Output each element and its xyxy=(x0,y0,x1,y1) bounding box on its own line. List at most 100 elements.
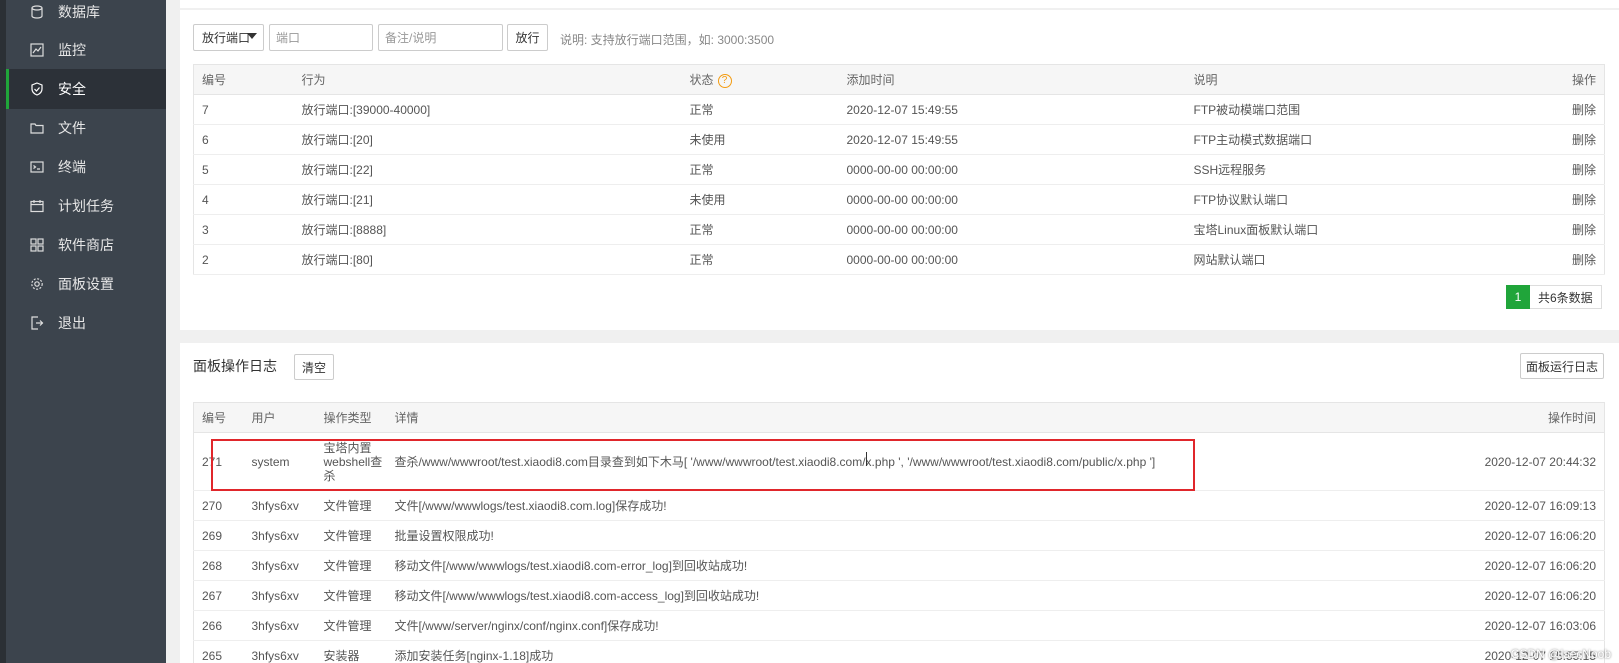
cell-time: 2020-12-07 15:49:55 xyxy=(838,124,1186,155)
sidebar-item-settings[interactable]: 面板设置 xyxy=(6,264,166,304)
cell-time: 2020-12-07 20:44:32 xyxy=(1444,432,1605,491)
cell-note: FTP主动模式数据端口 xyxy=(1185,124,1486,155)
sidebar-item-label: 终端 xyxy=(58,159,86,175)
cell-detail: 查杀/www/wwwroot/test.xiaodi8.com目录查到如下木马[… xyxy=(386,432,1445,491)
col-user: 用户 xyxy=(243,402,316,433)
sidebar-item-cron[interactable]: 计划任务 xyxy=(6,186,166,226)
cell-user: 3hfys6xv xyxy=(243,490,316,521)
col-action: 行为 xyxy=(293,64,682,95)
allow-port-button[interactable]: 放行 xyxy=(507,24,548,51)
table-row: 269 3hfys6xv 文件管理 批量设置权限成功! 2020-12-07 16:06… xyxy=(193,520,1605,551)
col-note: 说明 xyxy=(1185,64,1486,95)
cell-id: 266 xyxy=(193,610,244,641)
sidebar-item-label: 数据库 xyxy=(58,4,100,20)
cell-time: 0000-00-00 00:00:00 xyxy=(838,244,1186,275)
delete-link[interactable]: 删除 xyxy=(1485,154,1605,185)
table-row: 268 3hfys6xv 文件管理 移动文件[/www/wwwlogs/test.xi… xyxy=(193,550,1605,581)
cell-detail: 文件[/www/server/nginx/conf/nginx.conf]保存成… xyxy=(386,610,1445,641)
sidebar-item-monitor[interactable]: 监控 xyxy=(6,30,166,70)
cell-user: 3hfys6xv xyxy=(243,580,316,611)
cell-action: 放行端口:[8888] xyxy=(293,214,682,245)
cell-action: 放行端口:[80] xyxy=(293,244,682,275)
cell-id: 7 xyxy=(193,94,294,125)
table-header-row: 编号 用户 操作类型 详情 操作时间 xyxy=(193,402,1605,433)
run-log-button[interactable]: 面板运行日志 xyxy=(1520,353,1604,379)
cell-type: 文件管理 xyxy=(315,520,387,551)
delete-link[interactable]: 删除 xyxy=(1485,214,1605,245)
logout-icon xyxy=(30,316,44,330)
cell-detail: 移动文件[/www/wwwlogs/test.xiaodi8.com-acces… xyxy=(386,580,1445,611)
col-time: 添加时间 xyxy=(838,64,1186,95)
cell-note: 宝塔Linux面板默认端口 xyxy=(1185,214,1486,245)
watermark: CSDN @IsecNoob xyxy=(1510,647,1611,661)
table-row: 2 放行端口:[80] 正常 0000-00-00 00:00:00 网站默认端口 删除 xyxy=(193,244,1605,275)
clear-log-button[interactable]: 清空 xyxy=(294,354,334,380)
sidebar-item-database[interactable]: 数据库 xyxy=(6,0,166,32)
sidebar-item-label: 退出 xyxy=(58,315,86,331)
grid-icon xyxy=(30,238,44,252)
cell-id: 6 xyxy=(193,124,294,155)
cell-note: FTP协议默认端口 xyxy=(1185,184,1486,215)
shield-icon xyxy=(30,82,44,96)
sidebar-item-security[interactable]: 安全 xyxy=(6,69,166,109)
cell-type: 文件管理 xyxy=(315,490,387,521)
cell-detail: 批量设置权限成功! xyxy=(386,520,1445,551)
col-id: 编号 xyxy=(193,64,294,95)
col-status-label: 状态 xyxy=(689,73,714,87)
sidebar-item-logout[interactable]: 退出 xyxy=(6,303,166,343)
table-row: 267 3hfys6xv 文件管理 移动文件[/www/wwwlogs/test.xi… xyxy=(193,580,1605,611)
log-title: 面板操作日志 xyxy=(193,358,277,374)
cell-id: 269 xyxy=(193,520,244,551)
cell-type: 文件管理 xyxy=(315,610,387,641)
sidebar-item-files[interactable]: 文件 xyxy=(6,108,166,148)
cell-status: 未使用 xyxy=(681,124,839,155)
sidebar-item-label: 监控 xyxy=(58,42,86,58)
sidebar-item-label: 安全 xyxy=(58,81,86,97)
table-header-row: 编号 行为 状态? 添加时间 说明 操作 xyxy=(193,64,1605,95)
cell-id: 268 xyxy=(193,550,244,581)
text-cursor xyxy=(866,452,867,466)
table-row: 265 3hfys6xv 安装器 添加安装任务[nginx-1.18]成功 2020-1… xyxy=(193,640,1605,663)
sidebar-item-label: 文件 xyxy=(58,120,86,136)
sidebar-item-terminal[interactable]: 终端 xyxy=(6,147,166,187)
cell-action: 放行端口:[21] xyxy=(293,184,682,215)
table-row: 6 放行端口:[20] 未使用 2020-12-07 15:49:55 FTP主动模式数… xyxy=(193,124,1605,155)
delete-link[interactable]: 删除 xyxy=(1485,244,1605,275)
cell-id: 4 xyxy=(193,184,294,215)
panel-divider xyxy=(180,8,1619,10)
cell-time: 2020-12-07 16:09:13 xyxy=(1444,490,1605,521)
cell-id: 3 xyxy=(193,214,294,245)
protocol-select[interactable]: 放行端口 xyxy=(193,24,264,51)
cell-type: 文件管理 xyxy=(315,580,387,611)
port-range-hint: 说明: 支持放行端口范围，如: 3000:3500 xyxy=(560,33,775,47)
port-input[interactable]: 端口 xyxy=(269,24,373,51)
folder-icon xyxy=(30,121,44,135)
cell-type: 宝塔内置webshell查杀 xyxy=(315,432,387,491)
cell-note: SSH远程服务 xyxy=(1185,154,1486,185)
sidebar-item-store[interactable]: 软件商店 xyxy=(6,225,166,265)
cell-status: 正常 xyxy=(681,214,839,245)
note-input[interactable]: 备注/说明 xyxy=(378,24,503,51)
cell-type: 安装器 xyxy=(315,640,387,663)
database-icon xyxy=(30,5,44,19)
help-icon[interactable]: ? xyxy=(717,73,732,88)
run-log-label: 面板运行日志 xyxy=(1525,359,1598,374)
cell-action: 放行端口:[39000-40000] xyxy=(293,94,682,125)
cell-action: 放行端口:[20] xyxy=(293,124,682,155)
cell-note: 网站默认端口 xyxy=(1185,244,1486,275)
table-row: 7 放行端口:[39000-40000] 正常 2020-12-07 15:49:55… xyxy=(193,94,1605,125)
col-status: 状态? xyxy=(681,64,839,95)
col-id: 编号 xyxy=(193,402,244,433)
delete-link[interactable]: 删除 xyxy=(1485,184,1605,215)
page-current[interactable]: 1 xyxy=(1506,285,1530,309)
table-row: 270 3hfys6xv 文件管理 文件[/www/wwwlogs/test.xiao… xyxy=(193,490,1605,521)
pagination: 1 共6条数据 xyxy=(1506,285,1602,309)
cell-time: 2020-12-07 16:06:20 xyxy=(1444,520,1605,551)
log-table: 编号 用户 操作类型 详情 操作时间 271 system 宝塔内置webshell… xyxy=(193,402,1605,663)
delete-link[interactable]: 删除 xyxy=(1485,94,1605,125)
cell-time: 0000-00-00 00:00:00 xyxy=(838,214,1186,245)
sidebar-item-label: 计划任务 xyxy=(58,198,114,214)
delete-link[interactable]: 删除 xyxy=(1485,124,1605,155)
cell-time: 2020-12-07 16:06:20 xyxy=(1444,550,1605,581)
protocol-select-value: 放行端口 xyxy=(202,31,251,45)
